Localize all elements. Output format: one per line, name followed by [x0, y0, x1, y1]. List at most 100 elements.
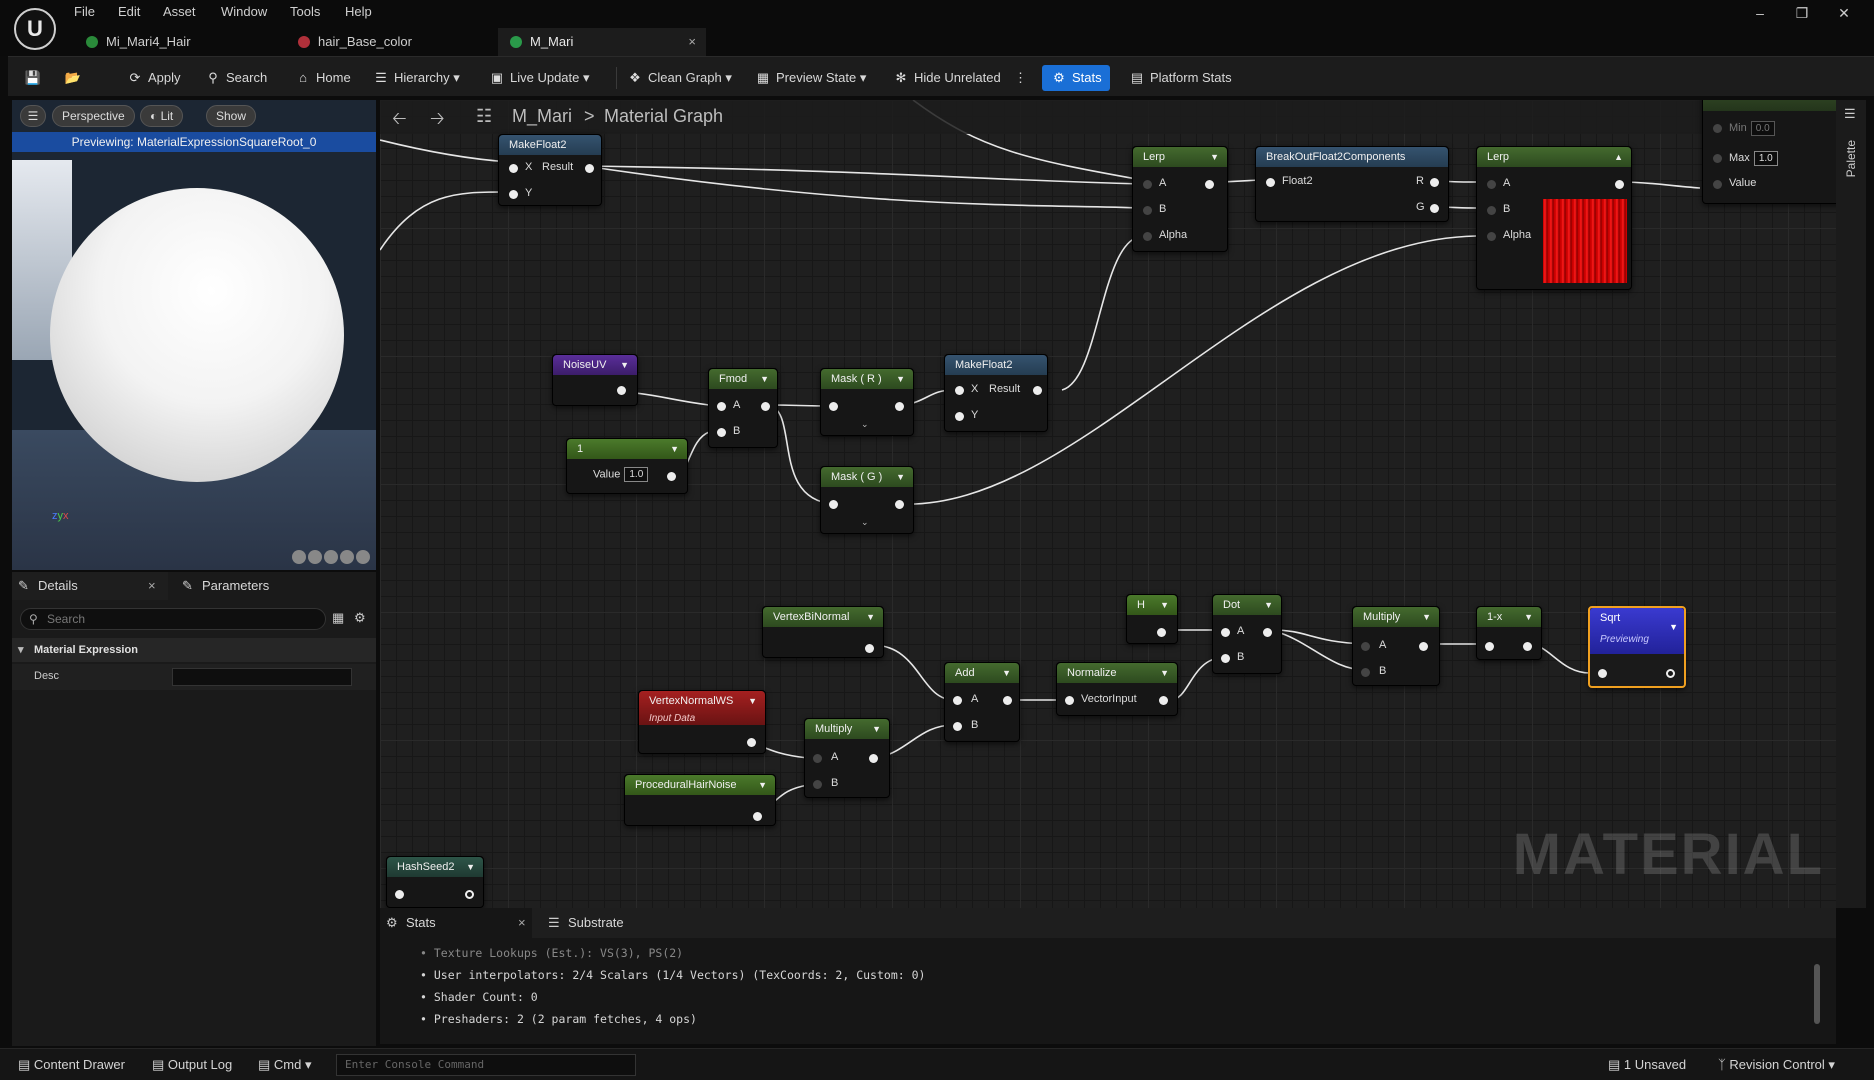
pin-min[interactable]: Min 0.0: [1713, 121, 1775, 136]
node-sqrt[interactable]: Sqrt Previewing ▼: [1588, 606, 1686, 688]
table-view-icon[interactable]: ▦: [332, 610, 344, 626]
node-multiply-2[interactable]: Multiply ▼ A B: [1352, 606, 1440, 686]
node-mask-g[interactable]: Mask ( G ) ▼ ⌄: [820, 466, 914, 534]
close-details-icon[interactable]: ×: [148, 572, 156, 600]
node-h[interactable]: H ▼: [1126, 594, 1178, 644]
apply-button[interactable]: ⟳ Apply: [126, 65, 181, 91]
dropdown-icon[interactable]: ▼: [1669, 622, 1678, 632]
palette-list-icon[interactable]: ☰: [1844, 106, 1856, 122]
dropdown-icon[interactable]: ▼: [1264, 595, 1273, 615]
pin-value[interactable]: Value: [1713, 177, 1756, 189]
node-hashseed2[interactable]: HashSeed2 ▼: [386, 856, 484, 908]
material-preview-viewport[interactable]: ☰ Perspective ◐ Lit Show Previewing: Mat…: [12, 100, 376, 570]
pin-a[interactable]: A: [813, 751, 838, 763]
tab-hair-base-color[interactable]: hair_Base_color: [286, 28, 486, 56]
pin-x[interactable]: X: [955, 383, 978, 395]
output-log-button[interactable]: ▤ Output Log: [152, 1057, 232, 1073]
live-update-button[interactable]: ▣ Live Update ▾: [488, 65, 590, 91]
pin-y[interactable]: Y: [509, 187, 532, 199]
max-value[interactable]: 1.0: [1753, 151, 1778, 166]
node-normalize[interactable]: Normalize ▼ VectorInput: [1056, 662, 1178, 716]
collapse-icon[interactable]: ▲: [1614, 147, 1623, 167]
preview-shape-selector[interactable]: [290, 550, 370, 564]
cube-icon[interactable]: [340, 550, 354, 564]
dropdown-icon[interactable]: ▼: [760, 369, 769, 389]
pin-b[interactable]: B: [1361, 665, 1386, 677]
tab-stats[interactable]: ⚙ Stats ×: [380, 908, 532, 938]
pin-a[interactable]: A: [717, 399, 740, 411]
pin-b[interactable]: B: [1143, 203, 1166, 215]
perspective-button[interactable]: Perspective: [52, 105, 135, 127]
pin-b[interactable]: B: [813, 777, 838, 789]
dropdown-icon[interactable]: ▼: [896, 369, 905, 389]
unsaved-button[interactable]: ▤ 1 Unsaved: [1608, 1057, 1686, 1073]
show-button[interactable]: Show: [206, 105, 257, 127]
pin-a[interactable]: A: [1487, 177, 1510, 189]
menu-file[interactable]: File: [74, 4, 95, 19]
pin-b[interactable]: B: [1487, 203, 1510, 215]
back-arrow-icon[interactable]: 🡠: [392, 106, 407, 136]
pin-a[interactable]: A: [1361, 639, 1386, 651]
node-fmod[interactable]: Fmod ▼ A B: [708, 368, 778, 448]
node-makefloat2-mid[interactable]: MakeFloat2 X Result Y: [944, 354, 1048, 432]
tab-substrate[interactable]: ☰ Substrate: [542, 908, 662, 938]
pin-max[interactable]: Max 1.0: [1713, 151, 1778, 166]
dropdown-icon[interactable]: ▼: [1160, 595, 1169, 615]
constant-value[interactable]: 1.0: [624, 467, 649, 482]
pin-result[interactable]: Result: [989, 383, 1042, 395]
pin-r[interactable]: R: [1416, 175, 1439, 187]
tab-details[interactable]: ✎ Details ×: [12, 572, 168, 600]
restore-icon[interactable]: ❐: [1787, 2, 1817, 24]
dropdown-icon[interactable]: ▼: [1422, 607, 1431, 627]
node-vertexbinormal[interactable]: VertexBiNormal ▼: [762, 606, 884, 658]
pin-a[interactable]: A: [953, 693, 978, 705]
node-multiply-1[interactable]: Multiply ▼ A B: [804, 718, 890, 798]
menu-edit[interactable]: Edit: [118, 4, 140, 19]
pin-x[interactable]: X: [509, 161, 532, 173]
node-add[interactable]: Add ▼ A B: [944, 662, 1020, 742]
menu-tools[interactable]: Tools: [290, 4, 320, 19]
material-graph-canvas[interactable]: 🡠 🡢 ☷ M_Mari > Material Graph MakeFloat2…: [380, 100, 1836, 908]
pin-float2[interactable]: Float2: [1266, 175, 1313, 187]
minimize-icon[interactable]: –: [1745, 2, 1775, 24]
settings-gear-icon[interactable]: ⚙: [354, 610, 366, 626]
tab-m-mari[interactable]: M_Mari ×: [498, 28, 706, 56]
details-search-input[interactable]: ⚲ Search: [20, 608, 326, 630]
pin-b[interactable]: B: [953, 719, 978, 731]
close-tab-icon[interactable]: ×: [688, 28, 696, 56]
close-stats-icon[interactable]: ×: [518, 908, 526, 938]
min-value[interactable]: 0.0: [1750, 121, 1775, 136]
cylinder-icon[interactable]: [292, 550, 306, 564]
pin-a[interactable]: A: [1221, 625, 1244, 637]
expand-icon[interactable]: ⌄: [861, 517, 869, 528]
close-window-icon[interactable]: ✕: [1829, 2, 1859, 24]
dropdown-icon[interactable]: ▼: [620, 355, 629, 375]
sphere-icon[interactable]: [308, 550, 322, 564]
node-mask-r[interactable]: Mask ( R ) ▼ ⌄: [820, 368, 914, 436]
graph-hierarchy-icon[interactable]: ☷: [476, 106, 492, 127]
node-lerp-2[interactable]: Lerp ▲ A B Alpha: [1476, 146, 1632, 290]
node-smoothstep[interactable]: Min 0.0 Max 1.0 Value: [1702, 100, 1836, 204]
tab-mi-mari4-hair[interactable]: Mi_Mari4_Hair: [74, 28, 274, 56]
stats-scrollbar[interactable]: [1814, 964, 1820, 1024]
pin-b[interactable]: B: [717, 425, 740, 437]
pin-alpha[interactable]: Alpha: [1143, 229, 1187, 241]
pin-g[interactable]: G: [1416, 201, 1439, 213]
section-material-expression[interactable]: ▾ Material Expression: [12, 638, 376, 662]
dropdown-icon[interactable]: ▼: [1210, 147, 1219, 167]
console-command-input[interactable]: Enter Console Command: [336, 1054, 636, 1076]
node-one-minus[interactable]: 1-x ▼: [1476, 606, 1542, 660]
plane-icon[interactable]: [324, 550, 338, 564]
unreal-logo[interactable]: U: [14, 8, 56, 50]
expand-icon[interactable]: ⌄: [861, 419, 869, 430]
node-proceduralhairnoise[interactable]: ProceduralHairNoise ▼: [624, 774, 776, 826]
search-button[interactable]: ⚲ Search: [204, 65, 267, 91]
custom-mesh-icon[interactable]: [356, 550, 370, 564]
platform-stats-button[interactable]: ▤ Platform Stats: [1128, 65, 1232, 91]
content-drawer-button[interactable]: ▤ Content Drawer: [18, 1057, 125, 1073]
palette-label[interactable]: Palette: [1844, 140, 1858, 177]
more-options-icon[interactable]: ⋮: [1014, 65, 1027, 91]
dropdown-icon[interactable]: ▼: [866, 607, 875, 627]
breadcrumb-root[interactable]: M_Mari: [512, 106, 572, 127]
pin-result[interactable]: Result: [542, 161, 594, 173]
